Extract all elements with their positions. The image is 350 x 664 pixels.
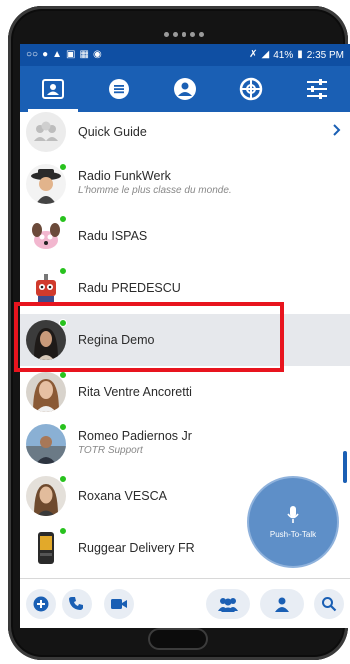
settings-icon bbox=[307, 79, 327, 99]
avatar bbox=[26, 319, 67, 360]
video-call-button[interactable] bbox=[104, 589, 134, 619]
tab-chats[interactable] bbox=[86, 66, 152, 112]
push-to-talk-label: Push-To-Talk bbox=[269, 530, 317, 539]
contact-name: Radu PREDESCU bbox=[78, 281, 181, 295]
online-indicator bbox=[59, 319, 67, 327]
voicemail-icon: ○○ bbox=[26, 49, 39, 60]
contact-text: Romeo Padiernos Jr TOTR Support bbox=[78, 429, 192, 456]
contacts-icon bbox=[42, 79, 64, 99]
clock: 2:35 PM bbox=[306, 49, 344, 61]
avatar bbox=[26, 163, 67, 204]
avatar bbox=[26, 475, 67, 516]
new-conversation-button[interactable] bbox=[26, 589, 56, 619]
contact-text: Radio FunkWerk L'homme le plus classe du… bbox=[78, 169, 232, 196]
contact-name: Radio FunkWerk bbox=[78, 169, 171, 183]
list-item-contact[interactable]: Radio FunkWerk L'homme le plus classe du… bbox=[20, 158, 350, 210]
contact-name: Romeo Padiernos Jr bbox=[78, 429, 192, 443]
avatar bbox=[26, 267, 67, 308]
signal-icon: ◢ bbox=[261, 49, 270, 60]
contact-text: Radu PREDESCU bbox=[78, 281, 181, 295]
scrollbar[interactable] bbox=[343, 451, 347, 483]
status-bar: ○○ ● ▲ ▣ ▦ ◉ ✗ ◢ 41% ▮ 2:35 PM bbox=[20, 44, 350, 66]
image-icon: ▣ bbox=[66, 49, 76, 60]
list-item-contact[interactable]: Romeo Padiernos Jr TOTR Support bbox=[20, 418, 350, 470]
contact-text: Ruggear Delivery FR bbox=[78, 541, 195, 555]
call-button[interactable] bbox=[62, 589, 92, 619]
app-screen: ○○ ● ▲ ▣ ▦ ◉ ✗ ◢ 41% ▮ 2:35 PM Quick Gui… bbox=[20, 44, 350, 628]
profile-icon bbox=[275, 597, 289, 612]
guide-icon bbox=[26, 112, 66, 152]
online-indicator bbox=[59, 215, 67, 223]
avatar bbox=[26, 527, 67, 568]
grid-icon: ▦ bbox=[79, 49, 89, 60]
avatar bbox=[26, 423, 67, 464]
list-item-contact[interactable]: Radu ISPAS bbox=[20, 210, 350, 262]
avatar bbox=[26, 215, 67, 256]
tab-groups[interactable] bbox=[152, 66, 218, 112]
microphone-icon bbox=[287, 506, 299, 523]
list-item-contact[interactable]: Rita Ventre Ancoretti bbox=[20, 366, 350, 418]
groups-icon bbox=[174, 78, 196, 100]
call-icon bbox=[69, 597, 83, 610]
warning-icon: ▲ bbox=[52, 49, 63, 60]
group-button[interactable] bbox=[206, 589, 250, 619]
online-indicator bbox=[59, 475, 67, 483]
online-indicator bbox=[59, 371, 67, 379]
contact-name: Roxana VESCA bbox=[78, 489, 167, 503]
chat-icon bbox=[109, 79, 129, 99]
tab-contacts[interactable] bbox=[20, 66, 86, 112]
tab-settings[interactable] bbox=[284, 66, 350, 112]
contact-name: Regina Demo bbox=[78, 333, 155, 347]
alert-icon: ● bbox=[42, 49, 49, 60]
contact-name: Radu ISPAS bbox=[78, 229, 148, 243]
list-item-contact-selected[interactable]: Regina Demo bbox=[20, 314, 350, 366]
battery-level: 41% bbox=[273, 49, 294, 61]
group-icon bbox=[218, 598, 238, 612]
online-indicator bbox=[59, 423, 67, 431]
avatar bbox=[26, 371, 67, 412]
contact-text: Roxana VESCA bbox=[78, 489, 167, 503]
online-indicator bbox=[59, 527, 67, 535]
online-indicator bbox=[59, 163, 67, 171]
push-to-talk-button[interactable]: Push-To-Talk bbox=[249, 478, 337, 566]
battery-icon: ▮ bbox=[297, 49, 303, 60]
contact-text: Quick Guide bbox=[78, 125, 147, 139]
contact-text: Rita Ventre Ancoretti bbox=[78, 385, 192, 399]
chevron-right-icon[interactable] bbox=[332, 123, 342, 137]
contact-status: L'homme le plus classe du monde. bbox=[78, 185, 232, 196]
list-item-quick-guide[interactable]: Quick Guide bbox=[20, 112, 350, 158]
avatar bbox=[26, 112, 66, 152]
system-icons: ✗ ◢ 41% ▮ 2:35 PM bbox=[249, 50, 344, 61]
search-button[interactable] bbox=[314, 589, 344, 619]
notification-icons: ○○ ● ▲ ▣ ▦ ◉ bbox=[26, 50, 102, 60]
chat-notification-icon: ◉ bbox=[92, 49, 102, 60]
contact-name: Rita Ventre Ancoretti bbox=[78, 385, 192, 399]
home-button[interactable] bbox=[148, 628, 208, 650]
mute-icon: ✗ bbox=[249, 49, 258, 60]
bottom-toolbar bbox=[20, 578, 350, 628]
list-item-contact[interactable]: Radu PREDESCU bbox=[20, 262, 350, 314]
contact-name: Quick Guide bbox=[78, 125, 147, 139]
channels-icon bbox=[239, 77, 263, 101]
online-indicator bbox=[59, 267, 67, 275]
add-conversation-icon bbox=[33, 596, 49, 612]
speaker-grille bbox=[164, 30, 204, 38]
contact-name: Ruggear Delivery FR bbox=[78, 541, 195, 555]
video-icon bbox=[111, 599, 127, 609]
contact-text: Regina Demo bbox=[78, 333, 154, 347]
tab-channels[interactable] bbox=[218, 66, 284, 112]
search-icon bbox=[322, 597, 337, 612]
profile-button[interactable] bbox=[260, 589, 304, 619]
contact-status: TOTR Support bbox=[78, 445, 143, 456]
contact-text: Radu ISPAS bbox=[78, 229, 147, 243]
nav-tabs bbox=[20, 66, 350, 112]
